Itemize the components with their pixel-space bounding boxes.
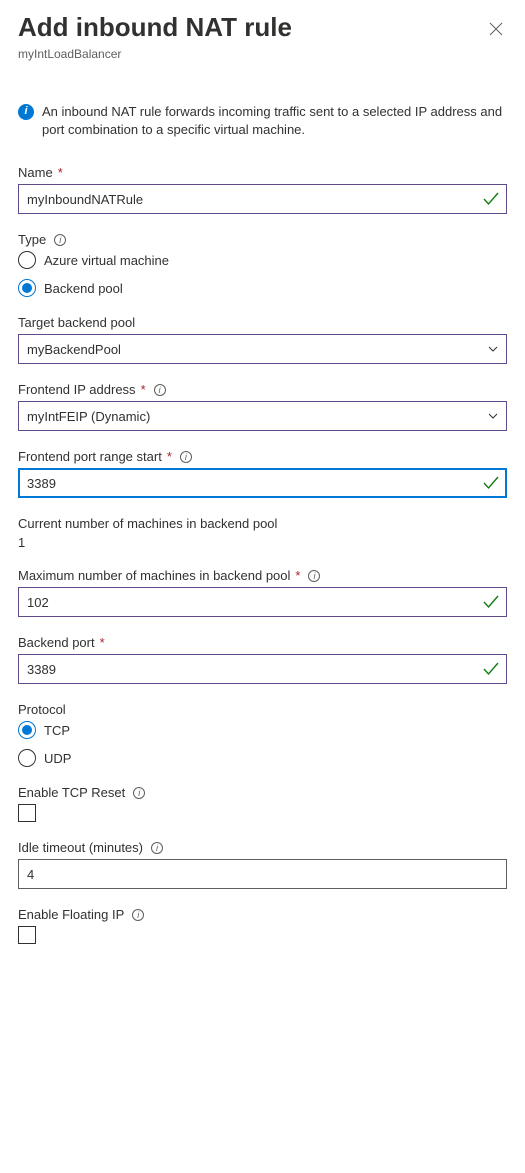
help-icon[interactable]: i: [151, 842, 163, 854]
protocol-radio-tcp[interactable]: TCP: [18, 721, 507, 739]
frontend-ip-select[interactable]: myIntFEIP (Dynamic): [18, 401, 507, 431]
page-title: Add inbound NAT rule: [18, 12, 292, 43]
required-indicator: *: [100, 635, 105, 650]
type-radio-avm[interactable]: Azure virtual machine: [18, 251, 507, 269]
floating-ip-label: Enable Floating IP: [18, 907, 124, 922]
frontend-ip-label: Frontend IP address: [18, 382, 136, 397]
max-machines-label: Maximum number of machines in backend po…: [18, 568, 290, 583]
help-icon[interactable]: i: [180, 451, 192, 463]
info-banner: i An inbound NAT rule forwards incoming …: [18, 103, 507, 139]
backend-port-input[interactable]: [18, 654, 507, 684]
help-icon[interactable]: i: [132, 909, 144, 921]
type-bp-label: Backend pool: [44, 281, 123, 296]
target-backend-pool-value: myBackendPool: [27, 342, 121, 357]
type-avm-label: Azure virtual machine: [44, 253, 169, 268]
radio-circle-icon: [18, 749, 36, 767]
help-icon[interactable]: i: [54, 234, 66, 246]
info-text: An inbound NAT rule forwards incoming tr…: [42, 103, 507, 139]
target-backend-pool-select[interactable]: myBackendPool: [18, 334, 507, 364]
radio-circle-icon: [18, 251, 36, 269]
close-icon: [489, 22, 503, 36]
idle-timeout-label: Idle timeout (minutes): [18, 840, 143, 855]
required-indicator: *: [58, 165, 63, 180]
name-label: Name: [18, 165, 53, 180]
help-icon[interactable]: i: [133, 787, 145, 799]
max-machines-input[interactable]: [18, 587, 507, 617]
close-button[interactable]: [485, 18, 507, 45]
protocol-radio-udp[interactable]: UDP: [18, 749, 507, 767]
radio-circle-icon: [18, 721, 36, 739]
type-label: Type: [18, 232, 46, 247]
required-indicator: *: [141, 382, 146, 397]
tcp-reset-checkbox[interactable]: [18, 804, 36, 822]
frontend-port-start-label: Frontend port range start: [18, 449, 162, 464]
tcp-reset-label: Enable TCP Reset: [18, 785, 125, 800]
frontend-port-start-input[interactable]: [18, 468, 507, 498]
frontend-ip-value: myIntFEIP (Dynamic): [27, 409, 150, 424]
radio-dot-icon: [22, 725, 32, 735]
info-icon: i: [18, 104, 34, 120]
backend-port-label: Backend port: [18, 635, 95, 650]
required-indicator: *: [167, 449, 172, 464]
name-input[interactable]: [18, 184, 507, 214]
radio-dot-icon: [22, 283, 32, 293]
current-machines-value: 1: [18, 535, 507, 550]
help-icon[interactable]: i: [154, 384, 166, 396]
resource-subtitle: myIntLoadBalancer: [18, 47, 507, 61]
protocol-label: Protocol: [18, 702, 66, 717]
required-indicator: *: [295, 568, 300, 583]
current-machines-label: Current number of machines in backend po…: [18, 516, 277, 531]
radio-circle-icon: [18, 279, 36, 297]
target-backend-pool-label: Target backend pool: [18, 315, 135, 330]
protocol-tcp-label: TCP: [44, 723, 70, 738]
help-icon[interactable]: i: [308, 570, 320, 582]
floating-ip-checkbox[interactable]: [18, 926, 36, 944]
protocol-udp-label: UDP: [44, 751, 71, 766]
idle-timeout-input[interactable]: [18, 859, 507, 889]
type-radio-bp[interactable]: Backend pool: [18, 279, 507, 297]
